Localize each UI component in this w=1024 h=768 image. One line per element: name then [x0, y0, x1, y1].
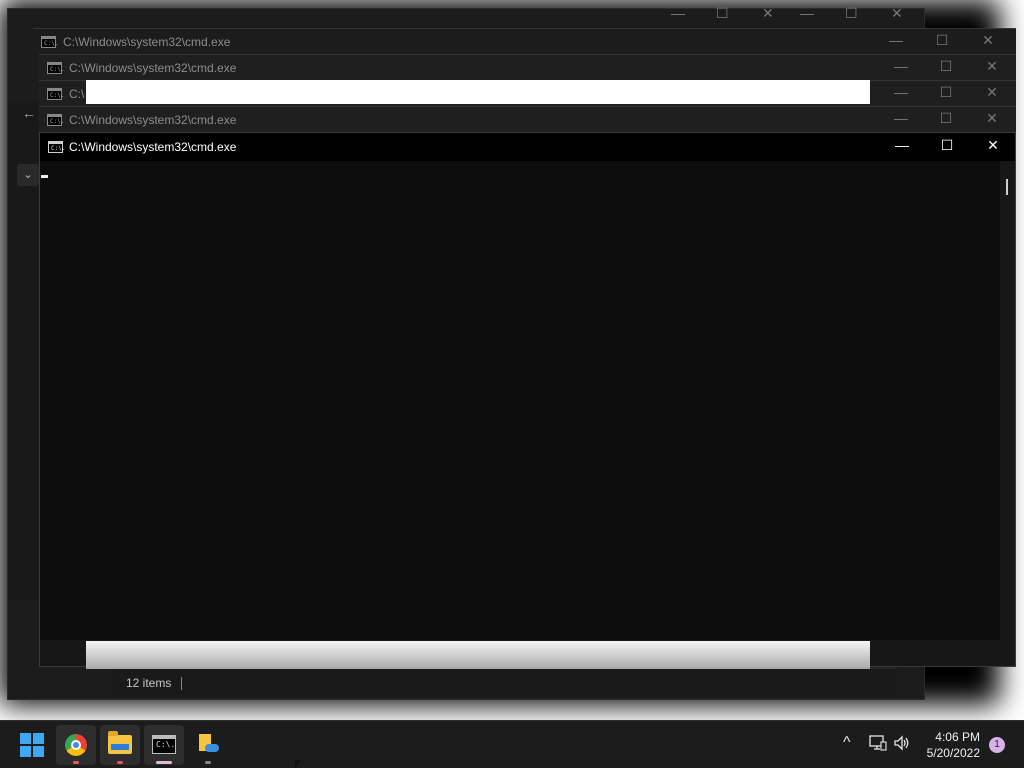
mouse-pointer-icon — [295, 760, 301, 768]
running-indicator — [73, 761, 79, 764]
close-icon[interactable]: ✕ — [891, 5, 903, 22]
minimize-button[interactable]: — — [879, 137, 925, 153]
minimize-button[interactable]: — — [873, 32, 919, 48]
show-hidden-icons-chevron-icon[interactable]: ^ — [843, 734, 851, 752]
minimize-button[interactable]: — — [878, 110, 924, 126]
window-title: C:\Windows\system32\cmd.exe — [69, 113, 237, 127]
close-button[interactable]: ✕ — [969, 58, 1015, 75]
console-area[interactable] — [40, 161, 1001, 641]
maximize-button[interactable]: ☐ — [923, 84, 969, 101]
window-title: C:\Windows\system32\cmd.exe — [69, 61, 237, 75]
close-icon[interactable]: ✕ — [762, 5, 774, 22]
taskbar-chrome[interactable] — [56, 725, 96, 765]
clock-time: 4:06 PM — [935, 730, 980, 744]
maximize-button[interactable]: ☐ — [924, 137, 970, 154]
cmd-window-4[interactable]: C:\. C:\Windows\system32\cmd.exe — ☐ ✕ — [39, 106, 1016, 132]
item-count: 12 items — [126, 676, 172, 690]
close-button[interactable]: ✕ — [965, 32, 1011, 49]
ghost-window-controls-b: — ☐ ✕ — [792, 0, 922, 30]
windows-start-icon — [20, 733, 44, 757]
cmd-window-2[interactable]: C:\. C:\Windows\system32\cmd.exe — ☐ ✕ — [39, 54, 1016, 80]
title-bar[interactable]: C:\. C:\Windows\system32\cmd.exe — ☐ ✕ — [40, 133, 1015, 161]
minimize-icon[interactable]: — — [671, 5, 685, 21]
cmd-icon: C:\. — [47, 114, 64, 126]
network-icon[interactable] — [869, 735, 887, 755]
running-indicator — [117, 761, 123, 764]
explorer-status-bar: 12 items — [112, 668, 897, 696]
clock[interactable]: 4:06 PM 5/20/2022 — [927, 729, 980, 761]
maximize-icon[interactable]: ☐ — [716, 5, 729, 22]
maximize-button[interactable]: ☐ — [919, 32, 965, 49]
ghost-window-controls-a: — ☐ ✕ — [655, 0, 785, 30]
minimize-button[interactable]: — — [878, 84, 924, 100]
taskbar-onedrive-files[interactable] — [188, 725, 228, 765]
vertical-scrollbar[interactable] — [1000, 161, 1015, 641]
close-button[interactable]: ✕ — [969, 84, 1015, 101]
close-button[interactable]: ✕ — [969, 110, 1015, 127]
start-button[interactable] — [12, 725, 52, 765]
text-cursor — [41, 175, 48, 178]
window-title-truncated: C:\ — [69, 87, 85, 101]
taskbar-command-prompt[interactable]: C:\. — [144, 725, 184, 765]
folder-icon — [108, 731, 132, 754]
terminal-icon: C:\. — [152, 735, 176, 754]
cmd-icon: C:\. — [47, 88, 64, 100]
onedrive-icon — [197, 734, 219, 756]
scrollbar-thumb[interactable] — [1006, 179, 1008, 195]
chevron-down-icon[interactable]: ⌄ — [17, 164, 39, 186]
volume-icon[interactable] — [893, 735, 911, 755]
rendering-artifact-bar — [86, 80, 870, 104]
active-indicator — [156, 761, 172, 764]
chrome-icon — [65, 734, 87, 756]
minimize-button[interactable]: — — [878, 58, 924, 74]
back-arrow-icon[interactable]: ← — [22, 105, 36, 121]
rendering-artifact-bar-bottom — [86, 641, 870, 669]
maximize-icon[interactable]: ☐ — [845, 5, 858, 22]
notification-badge[interactable]: 1 — [989, 737, 1005, 753]
cmd-icon: C:\. — [41, 36, 58, 48]
cmd-icon: C:\. — [48, 141, 65, 153]
window-title: C:\Windows\system32\cmd.exe — [63, 35, 231, 49]
cmd-window-active[interactable]: C:\. C:\Windows\system32\cmd.exe — ☐ ✕ — [39, 132, 1016, 667]
minimize-icon[interactable]: — — [800, 5, 814, 21]
taskbar: C:\. ^ 4:06 PM 5/20/2022 1 — [0, 720, 1024, 768]
status-separator — [181, 677, 183, 691]
cmd-window-1[interactable]: C:\. C:\Windows\system32\cmd.exe — ☐ ✕ — [33, 28, 1016, 54]
close-button[interactable]: ✕ — [970, 137, 1016, 154]
taskbar-file-explorer[interactable] — [100, 725, 140, 765]
running-indicator — [205, 761, 211, 764]
maximize-button[interactable]: ☐ — [923, 58, 969, 75]
window-title: C:\Windows\system32\cmd.exe — [69, 140, 237, 154]
cmd-icon: C:\. — [47, 62, 64, 74]
maximize-button[interactable]: ☐ — [923, 110, 969, 127]
clock-date: 5/20/2022 — [926, 746, 980, 760]
